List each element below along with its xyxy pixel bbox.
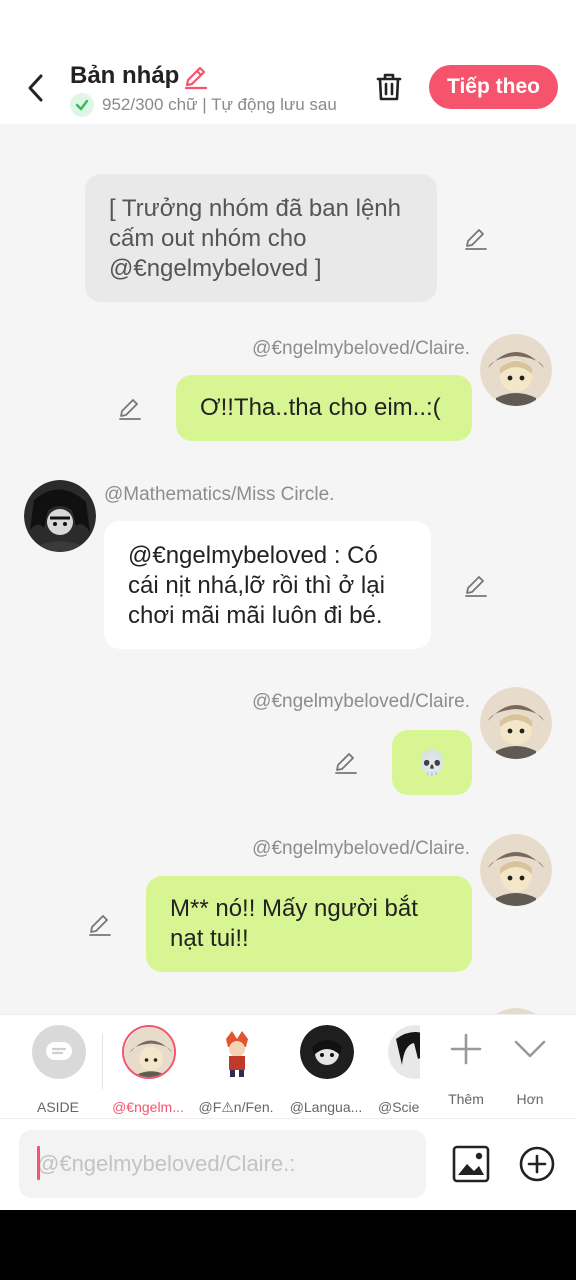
composer: [0, 1118, 576, 1210]
sender-name: @Mathematics/Miss Circle.: [104, 484, 335, 505]
message-text: @€ngelmybeloved : Có cái nịt nhá,lỡ rồi …: [128, 542, 385, 629]
sender-name: @€ngelmybeloved/Claire.: [252, 838, 470, 859]
character-language[interactable]: @Langua...: [286, 1025, 366, 1115]
add-character-button[interactable]: Thêm: [436, 1027, 496, 1113]
system-nav-bar: [0, 1210, 576, 1280]
back-button[interactable]: [18, 70, 54, 106]
delete-button[interactable]: [370, 68, 408, 106]
avatar-miss-circle[interactable]: [24, 480, 96, 552]
expand-label: Hơn: [516, 1091, 544, 1107]
edit-message-icon[interactable]: [332, 748, 360, 776]
avatar-science: [388, 1025, 420, 1079]
outgoing-message-bubble[interactable]: 💀: [392, 730, 472, 795]
character-selector-bar: ASIDE @€ngelm... @F⚠n/Fen. @Langua... @S…: [0, 1014, 576, 1118]
edit-message-icon[interactable]: [462, 571, 490, 599]
character-label: @€ngelm...: [112, 1099, 184, 1115]
insert-image-button[interactable]: [450, 1143, 492, 1185]
character-label: @F⚠n/Fen.: [198, 1099, 274, 1115]
check-icon: [70, 93, 94, 117]
status-bar-area: [0, 0, 576, 56]
page-title: Bản nháp: [70, 62, 180, 89]
chevron-down-icon: [514, 1040, 546, 1058]
divider: [102, 1033, 103, 1089]
chat-area[interactable]: [ Trưởng nhóm đã ban lệnh cấm out nhóm c…: [0, 124, 576, 1014]
avatar-fen: [210, 1025, 264, 1079]
edit-message-icon[interactable]: [462, 224, 490, 252]
character-science[interactable]: @Scie: [374, 1025, 420, 1115]
avatar-claire[interactable]: [480, 834, 552, 906]
plus-circle-icon: [519, 1146, 555, 1182]
message-text: [ Trưởng nhóm đã ban lệnh cấm out nhóm c…: [109, 195, 401, 282]
sender-name: @€ngelmybeloved/Claire.: [252, 338, 470, 359]
edit-title-icon[interactable]: [182, 62, 210, 90]
message-text: Ơ!!Tha..tha cho eim..:(: [200, 394, 441, 421]
outgoing-message-bubble[interactable]: Ơ!!Tha..tha cho eim..:(: [176, 375, 472, 441]
character-fen[interactable]: @F⚠n/Fen.: [196, 1025, 276, 1115]
message-text: M** nó!! Mấy người bắt nạt tui!!: [170, 895, 418, 952]
avatar-claire: [122, 1025, 176, 1079]
avatar-language: [300, 1025, 354, 1079]
avatar-claire[interactable]: [480, 687, 552, 759]
add-character-label: Thêm: [448, 1091, 484, 1107]
edit-message-icon[interactable]: [116, 394, 144, 422]
narration-bubble[interactable]: [ Trưởng nhóm đã ban lệnh cấm out nhóm c…: [85, 174, 437, 302]
add-content-button[interactable]: [516, 1143, 558, 1185]
word-count-text: 952/300 chữ | Tự động lưu sau: [102, 95, 337, 114]
chevron-left-icon: [28, 74, 43, 102]
word-count-status: 952/300 chữ | Tự động lưu sau: [70, 92, 350, 118]
next-button[interactable]: Tiếp theo: [429, 65, 558, 109]
avatar-claire[interactable]: [480, 334, 552, 406]
incoming-message-bubble[interactable]: @€ngelmybeloved : Có cái nịt nhá,lỡ rồi …: [104, 521, 431, 649]
text-cursor: [37, 1146, 40, 1180]
character-label: ASIDE: [36, 1099, 79, 1115]
image-icon: [452, 1145, 490, 1183]
character-aside[interactable]: ASIDE: [18, 1025, 98, 1115]
message-input[interactable]: [19, 1130, 426, 1198]
expand-button[interactable]: Hơn: [500, 1027, 560, 1113]
character-label: @Scie: [378, 1099, 420, 1115]
aside-icon: [32, 1025, 86, 1079]
character-label: @Langua...: [289, 1099, 363, 1115]
edit-message-icon[interactable]: [86, 910, 114, 938]
plus-icon: [450, 1033, 482, 1065]
outgoing-message-bubble[interactable]: M** nó!! Mấy người bắt nạt tui!!: [146, 876, 472, 972]
header: Bản nháp 952/300 chữ | Tự động lưu sau T…: [0, 56, 576, 124]
character-claire[interactable]: @€ngelm...: [108, 1025, 188, 1115]
message-text: 💀: [417, 749, 447, 777]
sender-name: @€ngelmybeloved/Claire.: [252, 691, 470, 712]
trash-icon: [376, 73, 402, 101]
